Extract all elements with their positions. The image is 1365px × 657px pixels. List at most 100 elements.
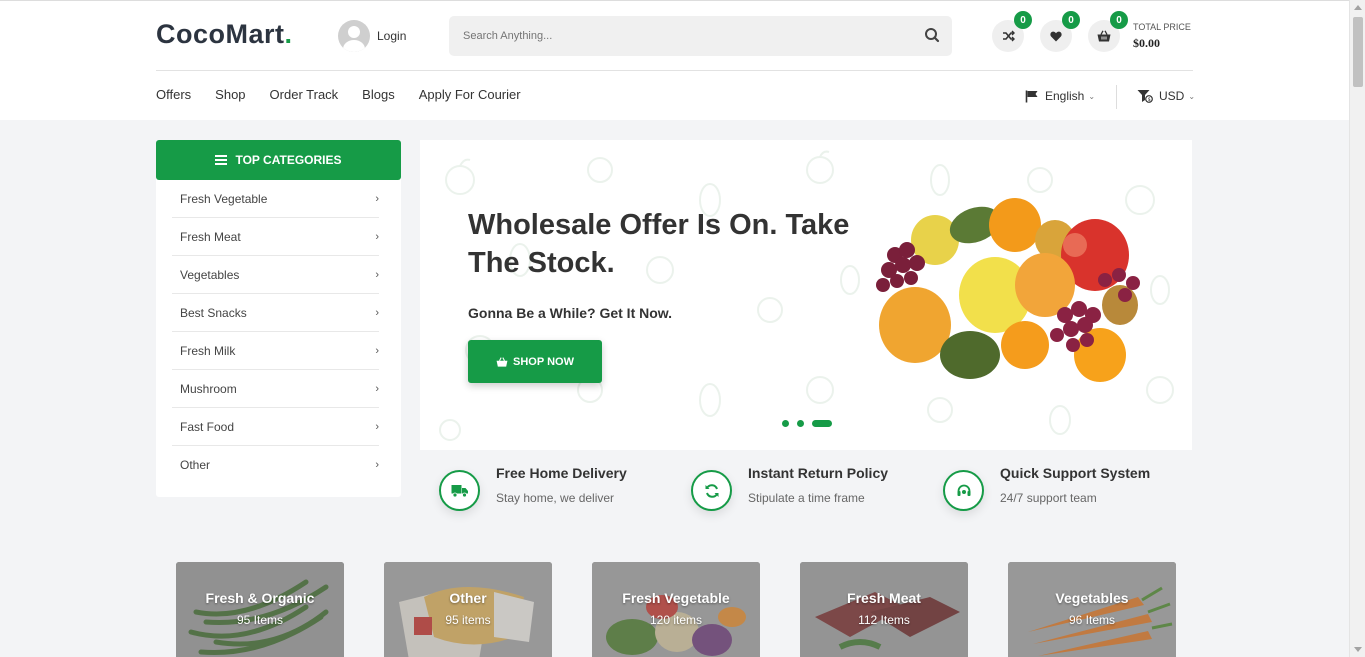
compare-button[interactable]: 0 [992,11,1032,52]
banner-title: Wholesale Offer Is On. Take The Stock. [468,209,850,279]
fruit-basket-image [876,198,1140,382]
nav-apply-courier[interactable]: Apply For Courier [419,87,521,102]
menu-icon [215,155,228,165]
top-categories-header[interactable]: TOP CATEGORIES [156,140,401,180]
card-title: Other [449,590,487,606]
shuffle-icon [1002,30,1015,42]
category-item-fresh-meat[interactable]: Fresh Meat › [172,218,379,256]
category-cards: Fresh & Organic 95 Items Other 95 items … [176,562,1216,657]
nav-offers[interactable]: Offers [156,87,191,102]
svg-text:$: $ [1148,97,1151,103]
chevron-right-icon: › [375,382,379,395]
search-icon[interactable] [922,26,944,46]
chevron-down-icon: ⌄ [1088,91,1096,101]
chevron-right-icon: › [375,268,379,281]
shop-now-label: SHOP NOW [513,355,574,368]
category-label: Other [180,458,211,472]
slider-dots [782,420,840,427]
category-sidebar: TOP CATEGORIES Fresh Vegetable › Fresh Me… [156,140,401,497]
card-title: Fresh Meat [847,590,921,606]
currency-selector[interactable]: $ USD ⌄ [1137,89,1195,103]
feature-desc: Stay home, we deliver [496,491,615,505]
card-title: Fresh & Organic [205,590,315,606]
chevron-right-icon: › [375,420,379,433]
scroll-up-icon[interactable] [1354,5,1362,10]
currency-label: USD [1159,89,1185,103]
category-label: Best Snacks [180,305,247,320]
truck-icon [439,470,480,511]
card-count: 112 Items [858,613,910,627]
category-label: Fast Food [180,419,235,434]
shop-now-button[interactable]: SHOP NOW [468,340,602,383]
category-item-best-snacks[interactable]: Best Snacks › [172,294,379,332]
category-item-fast-food[interactable]: Fast Food › [172,408,379,446]
site-header: CocoMart. Login 0 0 0 TOTAL PRICE [0,0,1349,120]
site-logo[interactable]: CocoMart. [156,19,293,50]
feature-title: Free Home Delivery [496,465,627,481]
slider-dot-2[interactable] [797,420,804,427]
category-card-fresh-vegetable[interactable]: Fresh Vegetable 120 items [592,562,760,657]
slider-dot-3[interactable] [812,420,832,427]
category-label: Fresh Milk [180,343,236,358]
refresh-icon [691,470,732,511]
category-card-other[interactable]: Other 95 items [384,562,552,657]
category-card-fresh-meat[interactable]: Fresh Meat 112 Items [800,562,968,657]
hero-banner: Wholesale Offer Is On. Take The Stock. G… [420,140,1192,450]
card-title: Fresh Vegetable [622,590,730,606]
headset-icon [943,470,984,511]
selector-divider [1116,85,1117,109]
category-card-vegetables[interactable]: Vegetables 96 Items [1008,562,1176,657]
category-item-other[interactable]: Other › [172,446,379,484]
category-label: Fresh Vegetable [180,191,268,206]
search-input[interactable] [449,16,952,56]
nav-order-track[interactable]: Order Track [270,87,339,102]
category-card-fresh-organic[interactable]: Fresh & Organic 95 Items [176,562,344,657]
currency-icon: $ [1137,90,1153,103]
total-price-label: TOTAL PRICE [1133,22,1191,32]
banner-subtitle: Gonna Be a While? Get It Now. [468,305,673,321]
wishlist-count-badge: 0 [1062,11,1080,29]
chevron-right-icon: › [375,344,379,357]
category-label: Fresh Meat [180,229,241,244]
category-label: Mushroom [180,381,237,396]
category-item-vegetables[interactable]: Vegetables › [172,256,379,294]
scroll-down-icon[interactable] [1354,647,1362,652]
language-label: English [1045,89,1085,103]
main-nav: Offers Shop Order Track Blogs Apply For … [156,87,545,102]
feature-title: Quick Support System [1000,465,1151,481]
wishlist-button[interactable]: 0 [1040,11,1080,52]
category-item-fresh-vegetable[interactable]: Fresh Vegetable › [172,180,379,218]
card-count: 95 Items [236,613,284,627]
chevron-right-icon: › [375,230,379,243]
heart-icon [1050,31,1062,41]
feature-support: Quick Support System 24/7 support team [924,465,1176,511]
category-list: Fresh Vegetable › Fresh Meat › Vegetables ›… [156,180,401,484]
nav-shop[interactable]: Shop [215,87,245,102]
language-selector[interactable]: English ⌄ [1025,89,1095,103]
login-link[interactable]: Login [338,20,406,52]
compare-count-badge: 0 [1014,11,1032,29]
slider-dot-1[interactable] [782,420,789,427]
category-item-fresh-milk[interactable]: Fresh Milk › [172,332,379,370]
page-scrollbar[interactable] [1349,0,1365,657]
cart-button[interactable]: 0 [1088,11,1128,52]
total-price-value: $0.00 [1133,36,1160,50]
login-label: Login [377,29,407,43]
cart-count-badge: 0 [1110,11,1128,29]
header-divider [156,70,1193,71]
category-label: Vegetables [180,267,240,282]
card-count: 120 items [649,613,703,627]
card-title: Vegetables [1055,590,1129,606]
chevron-right-icon: › [375,192,379,205]
basket-icon [1097,30,1111,42]
basket-icon [496,356,508,367]
flag-icon [1025,90,1038,102]
feature-desc: 24/7 support team [1000,491,1097,505]
scrollbar-thumb[interactable] [1353,17,1363,87]
chevron-right-icon: › [375,306,379,319]
nav-blogs[interactable]: Blogs [362,87,395,102]
category-item-mushroom[interactable]: Mushroom › [172,370,379,408]
feature-title: Instant Return Policy [748,465,889,481]
user-avatar-icon [338,20,370,52]
chevron-down-icon: ⌄ [1188,91,1196,101]
